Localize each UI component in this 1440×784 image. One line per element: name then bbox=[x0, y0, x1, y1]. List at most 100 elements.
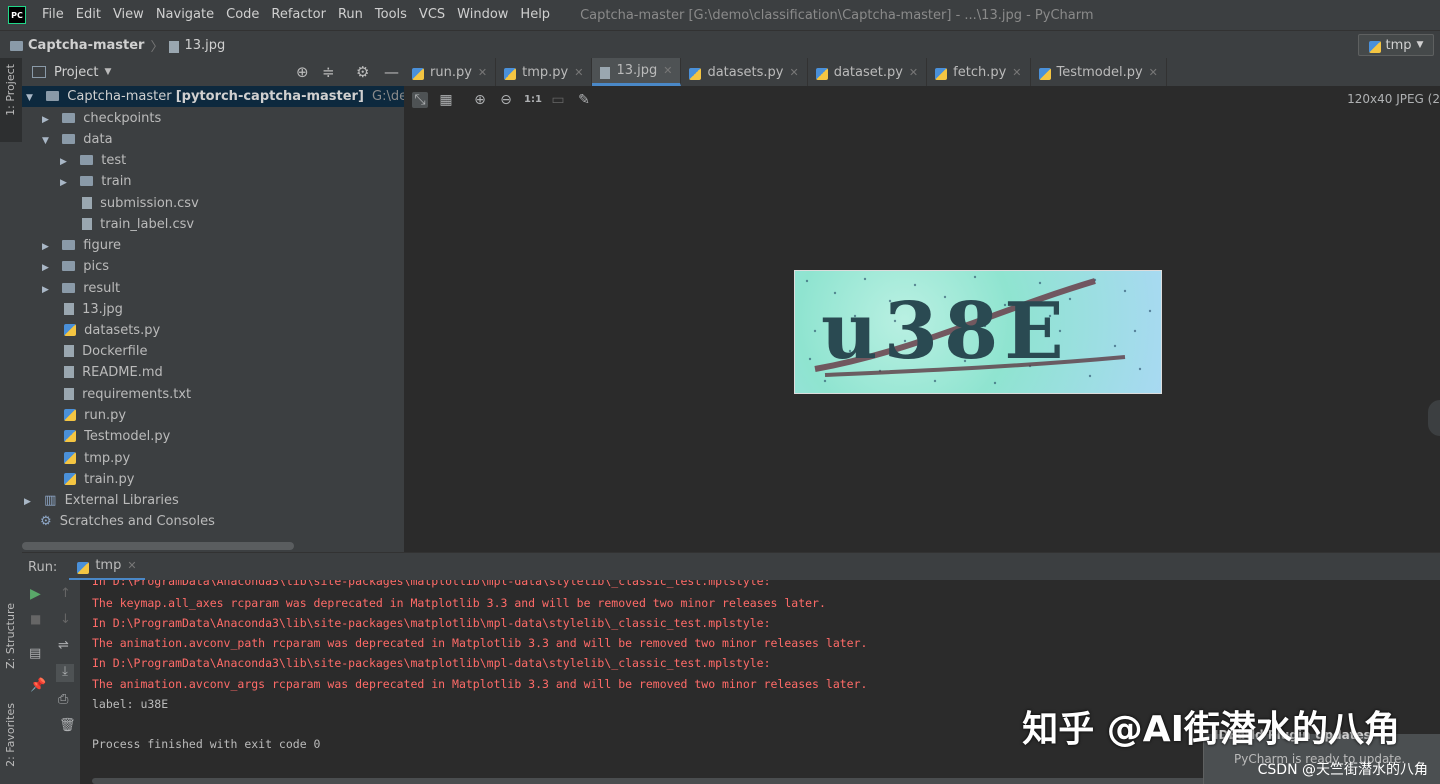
print-icon[interactable]: ⎙ bbox=[58, 692, 68, 707]
tree-label: figure bbox=[83, 238, 122, 253]
breadcrumb-file[interactable]: 13.jpg bbox=[184, 38, 225, 53]
expand-arrow-icon[interactable]: ▶ bbox=[42, 258, 54, 279]
menu-view[interactable]: View bbox=[107, 0, 150, 30]
menu-tools[interactable]: Tools bbox=[369, 0, 413, 30]
actual-size-button[interactable]: 1:1 bbox=[524, 92, 542, 108]
tree-label: submission.csv bbox=[100, 196, 199, 211]
tree-item-submission-csv[interactable]: submission.csv bbox=[82, 193, 199, 214]
menu-window[interactable]: Window bbox=[451, 0, 514, 30]
close-icon[interactable]: ✕ bbox=[574, 66, 583, 79]
tab-datasets-py[interactable]: datasets.py ✕ bbox=[681, 58, 808, 86]
project-tool-tab[interactable]: 1: Project bbox=[0, 58, 22, 142]
rerun-icon[interactable]: ▶ bbox=[30, 586, 41, 602]
tree-item-dockerfile[interactable]: Dockerfile bbox=[64, 341, 147, 362]
folder-icon bbox=[10, 41, 23, 51]
tree-item-train[interactable]: ▶ train bbox=[60, 171, 132, 192]
expand-arrow-icon[interactable]: ▶ bbox=[42, 280, 54, 301]
expand-arrow-icon[interactable]: ▶ bbox=[60, 152, 72, 173]
close-icon[interactable]: ✕ bbox=[1149, 66, 1158, 79]
tab-run-py[interactable]: run.py ✕ bbox=[404, 58, 497, 86]
menu-refactor[interactable]: Refactor bbox=[265, 0, 332, 30]
minimize-icon[interactable]: — bbox=[384, 63, 399, 81]
tab-tmp-py[interactable]: tmp.py ✕ bbox=[496, 58, 593, 86]
favorites-tool-label[interactable]: 2: Favorites bbox=[4, 703, 17, 767]
scroll-handle[interactable] bbox=[1428, 400, 1440, 436]
close-icon[interactable]: ✕ bbox=[478, 66, 487, 79]
tree-item-testmodel-py[interactable]: Testmodel.py bbox=[64, 426, 170, 447]
tab-fetch-py[interactable]: fetch.py ✕ bbox=[927, 58, 1031, 86]
grid-icon[interactable]: ▦ bbox=[438, 92, 454, 108]
run-panel-header: Run: tmp ✕ bbox=[22, 552, 1440, 581]
tree-item-train-py[interactable]: train.py bbox=[64, 469, 134, 490]
menu-edit[interactable]: Edit bbox=[70, 0, 107, 30]
tree-item-datasets-py[interactable]: datasets.py bbox=[64, 320, 160, 341]
tree-item-figure[interactable]: ▶ figure bbox=[42, 235, 121, 256]
menu-file[interactable]: File bbox=[36, 0, 70, 30]
menu-help[interactable]: Help bbox=[514, 0, 556, 30]
arrow-down-icon[interactable]: ↓ bbox=[60, 612, 71, 627]
expand-arrow-icon[interactable]: ▶ bbox=[42, 110, 54, 131]
project-panel-title[interactable]: Project bbox=[54, 65, 98, 80]
tree-item-scratches[interactable]: ⚙ Scratches and Consoles bbox=[40, 511, 215, 532]
tree-item-pics[interactable]: ▶ pics bbox=[42, 256, 109, 277]
horizontal-scrollbar[interactable] bbox=[22, 542, 294, 550]
tree-label: pics bbox=[83, 259, 110, 274]
run-tab-tmp[interactable]: tmp ✕ bbox=[69, 553, 145, 581]
restore-layout-icon[interactable]: ▤ bbox=[29, 646, 41, 661]
tab-dataset-py[interactable]: dataset.py ✕ bbox=[808, 58, 928, 86]
tab-label: 13.jpg bbox=[616, 63, 658, 78]
color-picker-icon[interactable]: ✎ bbox=[576, 92, 592, 108]
tree-item-readme[interactable]: README.md bbox=[64, 362, 163, 383]
menu-run[interactable]: Run bbox=[332, 0, 369, 30]
tree-item-run-py[interactable]: run.py bbox=[64, 405, 126, 426]
fit-window-icon[interactable]: ▭ bbox=[550, 92, 566, 108]
close-icon[interactable]: ✕ bbox=[789, 66, 798, 79]
tab-13-jpg[interactable]: 13.jpg ✕ bbox=[592, 58, 682, 86]
structure-tool-label[interactable]: Z: Structure bbox=[4, 603, 17, 669]
breadcrumb-project[interactable]: Captcha-master bbox=[28, 38, 144, 53]
menu-code[interactable]: Code bbox=[220, 0, 265, 30]
close-icon[interactable]: ✕ bbox=[909, 66, 918, 79]
scroll-to-end-icon[interactable]: ⤓ bbox=[56, 664, 74, 682]
locate-icon[interactable]: ⊕ bbox=[296, 63, 309, 81]
gear-icon[interactable]: ⚙ bbox=[356, 63, 369, 81]
tree-item-13-jpg[interactable]: 13.jpg bbox=[64, 299, 123, 320]
chevron-down-icon[interactable]: ▼ bbox=[104, 67, 111, 77]
tree-item-train-label-csv[interactable]: train_label.csv bbox=[82, 214, 194, 235]
collapse-all-icon[interactable]: ≑ bbox=[322, 63, 335, 81]
soft-wrap-icon[interactable]: ⇌ bbox=[58, 638, 69, 653]
close-icon[interactable]: ✕ bbox=[1012, 66, 1021, 79]
tree-item-external-libraries[interactable]: ▶ ▥ External Libraries bbox=[24, 490, 179, 511]
chevron-down-icon: ▼ bbox=[1416, 40, 1424, 50]
expand-arrow-icon[interactable]: ▶ bbox=[60, 173, 72, 194]
pin-icon[interactable]: 📌 bbox=[30, 678, 46, 693]
close-icon[interactable]: ✕ bbox=[127, 559, 136, 572]
tree-item-requirements[interactable]: requirements.txt bbox=[64, 384, 191, 405]
tree-item-result[interactable]: ▶ result bbox=[42, 278, 120, 299]
tree-item-checkpoints[interactable]: ▶ checkpoints bbox=[42, 108, 161, 129]
expand-arrow-icon[interactable]: ▶ bbox=[42, 237, 54, 258]
fit-zoom-icon[interactable]: ⤡ bbox=[412, 92, 428, 108]
arrow-up-icon[interactable]: ↑ bbox=[60, 586, 71, 601]
tab-testmodel-py[interactable]: Testmodel.py ✕ bbox=[1031, 58, 1167, 86]
expand-arrow-icon[interactable]: ▶ bbox=[24, 492, 36, 513]
tree-root[interactable]: ▼ Captcha-master [pytorch-captcha-master… bbox=[22, 86, 404, 107]
tree-item-tmp-py[interactable]: tmp.py bbox=[64, 448, 130, 469]
trash-icon[interactable]: 🗑 bbox=[59, 718, 76, 733]
console-scrollbar[interactable] bbox=[92, 778, 1212, 784]
run-config-selector[interactable]: tmp ▼ bbox=[1358, 34, 1434, 56]
expand-arrow-icon[interactable]: ▼ bbox=[42, 131, 54, 152]
folder-icon bbox=[80, 155, 94, 165]
folder-icon bbox=[62, 113, 76, 123]
close-icon[interactable]: ✕ bbox=[663, 64, 672, 77]
zoom-out-icon[interactable]: ⊖ bbox=[498, 92, 514, 108]
tree-item-test[interactable]: ▶ test bbox=[60, 150, 126, 171]
tree-item-data[interactable]: ▼ data bbox=[42, 129, 113, 150]
stop-icon[interactable]: ■ bbox=[30, 612, 41, 626]
menu-navigate[interactable]: Navigate bbox=[150, 0, 220, 30]
python-icon bbox=[77, 561, 90, 574]
console-line: The animation.avconv_path rcparam was de… bbox=[92, 636, 868, 650]
menu-vcs[interactable]: VCS bbox=[413, 0, 451, 30]
zoom-in-icon[interactable]: ⊕ bbox=[472, 92, 488, 108]
expand-arrow-icon[interactable]: ▼ bbox=[26, 88, 38, 109]
